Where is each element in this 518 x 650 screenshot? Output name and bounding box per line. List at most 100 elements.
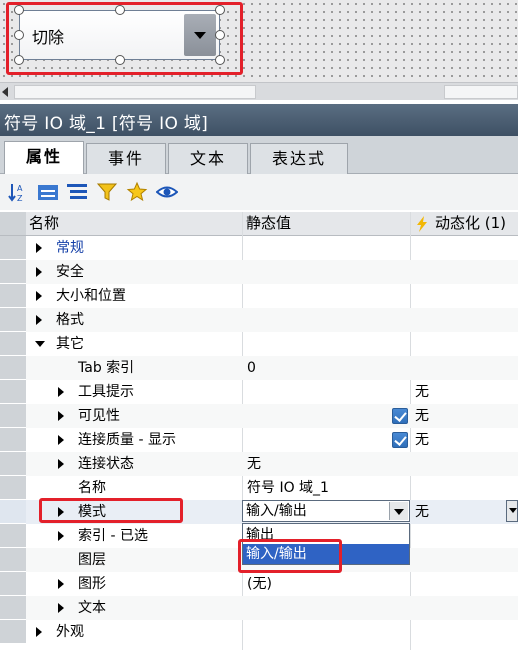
property-name: 连接状态 [78,456,134,472]
connection-quality-checkbox[interactable] [392,432,408,448]
expand-arrow-icon[interactable] [36,627,42,637]
row-background [26,260,518,284]
row-gutter [0,380,26,404]
property-name: 名称 [78,480,106,496]
expand-arrow-icon[interactable] [36,243,42,253]
scrollbar-thumb[interactable] [14,85,256,99]
expand-arrow-icon[interactable] [58,435,64,445]
property-name: 工具提示 [78,384,134,400]
property-static-value[interactable]: 符号 IO 域_1 [247,476,329,500]
row-background [26,332,518,356]
property-name: 索引 - 已选 [78,528,148,544]
tab-properties[interactable]: 属性 [4,141,84,174]
property-name: 安全 [56,264,84,280]
sort-az-icon[interactable]: A Z [7,181,29,203]
column-header-static[interactable]: 静态值 [242,212,410,236]
property-static-value[interactable]: 0 [247,356,256,380]
property-dynamic-value[interactable]: 无 [415,500,429,524]
property-static-value[interactable]: (无) [247,572,272,596]
row-gutter [0,284,26,308]
property-name: 外观 [56,624,84,640]
expand-arrow-icon[interactable] [58,603,64,613]
property-row-tooltip[interactable]: 工具提示 无 [0,380,518,404]
inspector-title-bar: 符号 IO 域_1 [符号 IO 域] [0,104,518,136]
property-grid: 名称 静态值 动态化 (1) 常规 安全 大小和位置 格式 其它 Tab 索引 … [0,212,518,650]
property-row-visibility[interactable]: 可见性 无 [0,404,518,428]
row-gutter [0,308,26,332]
property-row-general[interactable]: 常规 [0,236,518,260]
header-gutter [0,212,26,236]
row-gutter [0,596,26,620]
svg-text:Z: Z [17,194,23,203]
svg-text:A: A [17,184,23,193]
property-row-appearance[interactable]: 外观 [0,620,518,644]
property-name: 常规 [56,240,84,256]
scrollbar-track-segment [444,85,518,99]
property-row-connection-quality[interactable]: 连接质量 - 显示 无 [0,428,518,452]
row-background [26,620,518,644]
mode-dropdown-button[interactable] [389,502,408,520]
expand-arrow-icon[interactable] [36,291,42,301]
tab-expressions[interactable]: 表达式 [250,143,348,174]
horizontal-scrollbar[interactable] [0,82,518,100]
tab-events[interactable]: 事件 [86,143,166,174]
property-dynamic-value[interactable]: 无 [415,404,429,428]
property-row-object-name[interactable]: 名称 符号 IO 域_1 [0,476,518,500]
row-gutter [0,476,26,500]
list-icon[interactable] [66,181,88,203]
column-header-name[interactable]: 名称 [26,212,242,236]
favorite-star-icon[interactable] [126,181,148,203]
property-name: 文本 [78,600,106,616]
property-name: 图形 [78,576,106,592]
property-row-connection-status[interactable]: 连接状态 无 [0,452,518,476]
dynamic-dropdown-button[interactable] [506,500,518,522]
expand-arrow-icon[interactable] [58,387,64,397]
row-gutter [0,260,26,284]
highlight-box-mode [39,498,183,523]
row-background [26,236,518,260]
mode-dropdown[interactable]: 输入/输出 [242,500,410,522]
lightning-icon [417,216,427,232]
row-gutter [0,500,26,524]
property-row-misc[interactable]: 其它 [0,332,518,356]
eye-icon[interactable] [156,181,178,203]
inspector-tabs: 属性 事件 文本 表达式 [0,136,518,174]
property-row-size-position[interactable]: 大小和位置 [0,284,518,308]
column-header-dynamic-label: 动态化 (1) [435,214,507,232]
filter-icon[interactable] [96,181,118,203]
property-static-value[interactable]: 无 [247,452,261,476]
collapse-arrow-icon[interactable] [35,341,45,347]
screen-canvas[interactable]: 切除 [0,0,518,82]
row-gutter [0,332,26,356]
property-row-graphic[interactable]: 图形 (无) [0,572,518,596]
property-row-security[interactable]: 安全 [0,260,518,284]
row-background [26,308,518,332]
tab-texts[interactable]: 文本 [168,143,248,174]
property-row-text[interactable]: 文本 [0,596,518,620]
expand-arrow-icon[interactable] [58,531,64,541]
property-name: 图层 [78,552,106,568]
row-gutter [0,620,26,644]
row-gutter [0,524,26,548]
highlight-box-option [238,539,342,573]
property-row-tab-index[interactable]: Tab 索引 0 [0,356,518,380]
expand-arrow-icon[interactable] [58,579,64,589]
property-row-format[interactable]: 格式 [0,308,518,332]
expand-arrow-icon[interactable] [58,459,64,469]
property-name: 格式 [56,312,84,328]
property-name: Tab 索引 [78,360,135,376]
expand-arrow-icon[interactable] [36,267,42,277]
inspector-toolbar: A Z [0,174,518,210]
expand-arrow-icon[interactable] [58,411,64,421]
row-gutter [0,404,26,428]
property-name: 连接质量 - 显示 [78,432,176,448]
property-dynamic-value[interactable]: 无 [415,380,429,404]
property-name: 可见性 [78,408,120,424]
column-header-dynamic[interactable]: 动态化 (1) [410,212,518,236]
visibility-checkbox[interactable] [392,408,408,424]
expand-arrow-icon[interactable] [36,315,42,325]
property-dynamic-value[interactable]: 无 [415,428,429,452]
row-gutter [0,572,26,596]
scroll-left-icon[interactable] [2,87,8,97]
group-icon[interactable] [37,181,59,203]
